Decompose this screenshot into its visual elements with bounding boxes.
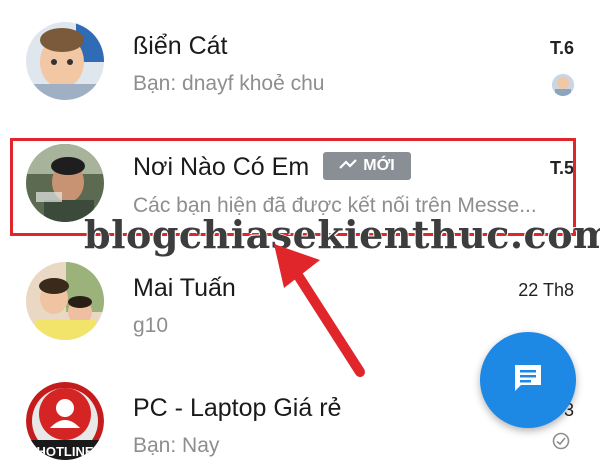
timestamp: T.6	[549, 38, 574, 58]
contact-name: PC - Laptop Giá rẻ	[133, 394, 342, 422]
contact-name: Mai Tuấn	[133, 274, 236, 302]
check-circle-icon	[552, 432, 570, 450]
message-preview: g10	[133, 314, 169, 337]
compose-message-icon	[511, 361, 545, 400]
read-receipt-avatar	[552, 74, 574, 96]
timestamp: 22 Th8	[518, 280, 574, 300]
conversation-row[interactable]: ßiển Cát Bạn: dnayf khoẻ chu T.6	[0, 0, 600, 120]
avatar	[26, 22, 104, 100]
avatar-text: HOTLINE	[36, 444, 93, 459]
avatar: HOTLINE	[26, 382, 104, 460]
avatar	[26, 262, 104, 340]
message-preview: Bạn: Nay	[133, 434, 220, 457]
message-preview: Bạn: dnayf khoẻ chu	[133, 72, 325, 95]
contact-name: ßiển Cát	[133, 32, 228, 60]
compose-message-button[interactable]	[480, 332, 576, 428]
